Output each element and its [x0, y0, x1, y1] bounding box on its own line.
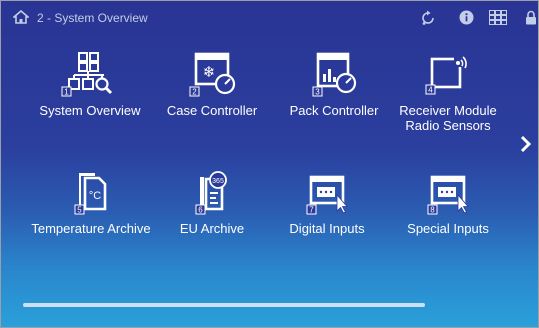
tile-special-inputs[interactable]: 8 Special Inputs	[387, 169, 509, 236]
screen: 2 - System Overview 1 System Overview ❄ …	[0, 0, 539, 328]
next-page-arrow-icon[interactable]	[520, 135, 532, 153]
eu-archive-icon: 365 6	[195, 171, 227, 215]
tile-number: 7	[309, 206, 314, 215]
tile-label: Case Controller	[166, 103, 258, 118]
tile-system-overview[interactable]: 1 System Overview	[29, 51, 151, 118]
tile-label: Special Inputs	[407, 221, 489, 236]
tile-receiver-module[interactable]: 4 Receiver Module Radio Sensors	[387, 51, 509, 133]
tile-temperature-archive[interactable]: °C 5 Temperature Archive	[23, 169, 159, 236]
case-controller-icon: ❄ 2	[189, 52, 236, 97]
tile-case-controller[interactable]: ❄ 2 Case Controller	[151, 51, 273, 118]
tile-digital-inputs[interactable]: 7 Digital Inputs	[266, 169, 388, 236]
tile-number: 3	[315, 88, 320, 97]
tile-number: 1	[64, 88, 69, 97]
tile-label: Temperature Archive	[31, 221, 151, 236]
pack-controller-icon: 3	[312, 52, 357, 97]
tile-label: Digital Inputs	[289, 221, 365, 236]
tile-number: 6	[198, 206, 203, 215]
tile-label: EU Archive	[179, 221, 245, 236]
digital-inputs-icon: 7	[306, 175, 348, 215]
tile-eu-archive[interactable]: 365 6 EU Archive	[151, 169, 273, 236]
svg-text:°C: °C	[89, 190, 101, 202]
tile-grid: 1 System Overview ❄ 2 Case Controller 3 …	[1, 1, 538, 327]
tile-number: 2	[192, 88, 197, 97]
tile-number: 4	[428, 86, 433, 95]
page-scroll-indicator[interactable]	[23, 303, 425, 307]
tile-label: System Overview	[39, 103, 141, 118]
network-icon: 1	[61, 52, 113, 97]
tile-label: Pack Controller	[289, 103, 379, 118]
svg-text:❄: ❄	[203, 63, 216, 81]
tile-label: Receiver Module Radio Sensors	[399, 103, 497, 133]
temperature-archive-icon: °C 5	[74, 173, 107, 215]
tile-number: 8	[430, 206, 435, 215]
svg-text:365: 365	[212, 178, 224, 185]
special-inputs-icon: 8	[427, 175, 469, 215]
radio-receiver-icon: 4	[425, 55, 467, 95]
tile-number: 5	[77, 206, 82, 215]
tile-pack-controller[interactable]: 3 Pack Controller	[273, 51, 395, 118]
